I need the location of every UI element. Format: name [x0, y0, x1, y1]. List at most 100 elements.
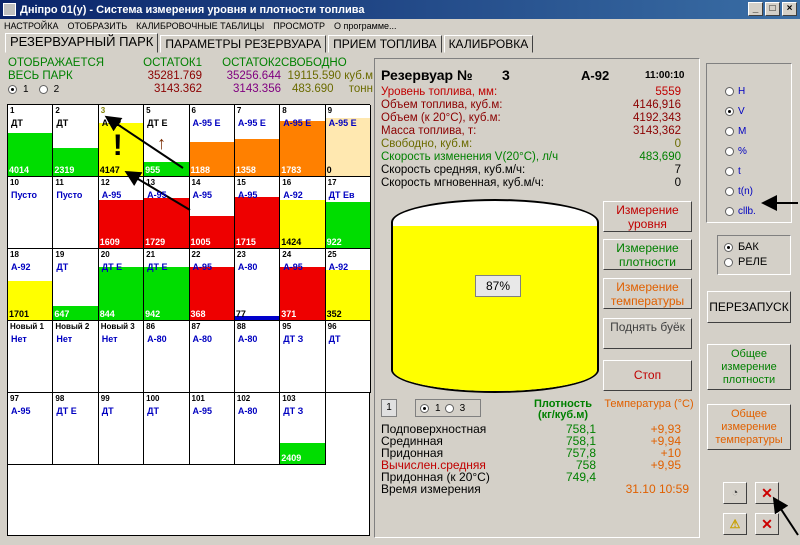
density-radio-3-label: 3: [459, 402, 466, 414]
tank-fuel: ДТ: [328, 334, 341, 344]
tank-cell[interactable]: 95 ДТ З: [280, 321, 326, 393]
tank-cell[interactable]: 17 ДТ Ев 922: [325, 177, 371, 249]
close-warning-icon[interactable]: ✕: [755, 513, 779, 535]
tank-cell[interactable]: 102 А-80: [234, 393, 281, 465]
tank-cell[interactable]: 10 Пусто: [8, 177, 54, 249]
tank-cell[interactable]: 7 А-95 Е 1358: [234, 105, 281, 177]
tank-cell[interactable]: 2 ДТ 2319: [53, 105, 99, 177]
menu-bar: НАСТРОЙКА ОТОБРАЗИТЬ КАЛИБРОВОЧНЫЕ ТАБЛИ…: [0, 19, 800, 33]
tank-cell[interactable]: 24 А-95 371: [280, 249, 326, 321]
density-index-box[interactable]: 1: [381, 399, 397, 417]
warning-icon[interactable]: ⚠: [723, 513, 747, 535]
unit-radio[interactable]: [725, 187, 734, 196]
tank-cell[interactable]: 21 ДТ Е 942: [144, 249, 190, 321]
unit-label: %: [738, 146, 747, 157]
unit-option[interactable]: cllb.: [725, 206, 756, 217]
tank-cell[interactable]: 98 ДТ Е: [53, 393, 99, 465]
tank-cell[interactable]: 99 ДТ: [98, 393, 145, 465]
tank-cell[interactable]: 22 А-95 368: [189, 249, 235, 321]
tank-cell[interactable]: Новый 1 Нет: [8, 321, 54, 393]
radio-bak[interactable]: [724, 242, 733, 252]
unit-option[interactable]: V: [725, 106, 745, 117]
label-all-park: ВЕСЬ ПАРК: [8, 70, 73, 82]
close-alarm-icon[interactable]: ✕: [755, 482, 779, 504]
tank-cell[interactable]: 11 Пусто: [53, 177, 99, 249]
tank-cell[interactable]: 14 А-95 1005: [189, 177, 235, 249]
density-value: 749,4: [565, 470, 596, 484]
tab-calibration[interactable]: КАЛИБРОВКА: [443, 35, 534, 53]
tank-cell[interactable]: 86 А-80: [144, 321, 190, 393]
tank-cell[interactable]: 87 А-80: [189, 321, 235, 393]
tank-cell[interactable]: 1 ДТ 4014: [8, 105, 54, 177]
param-label: Объем (к 20°С), куб.м:: [381, 112, 501, 124]
unit-radio[interactable]: [725, 167, 734, 176]
tank-cell[interactable]: 19 ДТ 647: [53, 249, 99, 321]
unit-option[interactable]: t: [725, 166, 741, 177]
tank-cell[interactable]: 12 А-95 1609: [98, 177, 145, 249]
sound-icon[interactable]: ◔: [723, 482, 747, 504]
tank-cell[interactable]: 88 А-80: [234, 321, 281, 393]
param-row: Скорость изменения V(20°С), л/ч 483,690: [381, 151, 681, 164]
unit-radio[interactable]: [725, 87, 734, 96]
tank-cell[interactable]: Новый 2 Нет: [53, 321, 99, 393]
unit-label: M: [738, 126, 747, 137]
tank-cell[interactable]: 5 ДТ Е ↑ 955: [144, 105, 190, 177]
tank-number: 88: [236, 322, 246, 331]
close-button[interactable]: ×: [782, 2, 797, 16]
radio-rest2[interactable]: [38, 85, 48, 94]
tank-cell[interactable]: 101 А-95: [189, 393, 235, 465]
unit-radio[interactable]: [725, 127, 734, 136]
tank-cell[interactable]: Новый 3 Нет: [98, 321, 145, 393]
common-temperature-button[interactable]: Общее измерение температуры: [707, 404, 791, 450]
tank-fuel: А-80: [147, 334, 167, 344]
tab-tank-farm[interactable]: РЕЗЕРВУАРНЫЙ ПАРК: [5, 33, 159, 53]
unit-radio[interactable]: [725, 107, 734, 116]
density-radio-1[interactable]: [420, 403, 429, 413]
minimize-button[interactable]: _: [748, 2, 763, 16]
stop-button[interactable]: Стоп: [603, 360, 692, 391]
tank-cell[interactable]: 18 А-92 1701: [8, 249, 54, 321]
maximize-button[interactable]: □: [765, 2, 780, 16]
menu-view[interactable]: ПРОСМОТР: [273, 21, 325, 31]
unit-option[interactable]: M: [725, 126, 746, 137]
menu-display[interactable]: ОТОБРАЗИТЬ: [68, 21, 128, 31]
window-title: Дніпро 01(у) - Система измерения уровня …: [20, 3, 365, 16]
unit-option[interactable]: H: [725, 86, 745, 97]
tank-cell[interactable]: 20 ДТ Е 844: [98, 249, 145, 321]
tank-cell[interactable]: 23 А-80 77: [234, 249, 281, 321]
measure-density-button[interactable]: Измерение плотности: [603, 239, 692, 270]
common-density-button[interactable]: Общее измерение плотности: [707, 344, 791, 390]
tab-tank-params[interactable]: ПАРАМЕТРЫ РЕЗЕРВУАРА: [160, 35, 327, 53]
tank-cell[interactable]: 103 ДТ З 2409: [280, 393, 326, 465]
tank-cell[interactable]: 6 А-95 Е 1188: [189, 105, 235, 177]
menu-settings[interactable]: НАСТРОЙКА: [4, 21, 59, 31]
tank-cell[interactable]: 100 ДТ: [144, 393, 190, 465]
tank-fuel: ДТ: [56, 118, 69, 128]
reservoir-number: 3: [502, 67, 510, 83]
tank-cell[interactable]: 8 А-95 Е 1783: [280, 105, 326, 177]
raise-float-button[interactable]: Поднять буёк: [603, 318, 692, 349]
radio-rest1[interactable]: [8, 85, 17, 94]
param-label: Свободно, куб.м:: [381, 138, 473, 150]
measure-temperature-button[interactable]: Измерение температуры: [603, 278, 692, 309]
measure-level-button[interactable]: Измерение уровня: [603, 201, 692, 232]
tank-cell[interactable]: 25 А-92 352: [325, 249, 371, 321]
unit-radio[interactable]: [725, 147, 734, 156]
tank-cell[interactable]: 13 А-95 1729: [144, 177, 190, 249]
tank-cell[interactable]: 16 А-92 1424: [280, 177, 326, 249]
tank-cell[interactable]: 15 А-95 1715: [234, 177, 281, 249]
unit-radio[interactable]: [725, 207, 734, 216]
tab-fuel-receipt[interactable]: ПРИЕМ ТОПЛИВА: [328, 35, 442, 53]
density-radio-3[interactable]: [444, 403, 454, 413]
tank-cell[interactable]: 9 А-95 Е 0: [325, 105, 371, 177]
tank-cell[interactable]: 97 А-95: [8, 393, 54, 465]
tank-cell[interactable]: 3 А-92! 4147: [98, 105, 145, 177]
menu-about[interactable]: О программе...: [334, 21, 397, 31]
radio-rele[interactable]: [724, 257, 733, 267]
unit-option[interactable]: %: [725, 146, 747, 157]
tank-cell[interactable]: 96 ДТ: [325, 321, 371, 393]
unit-option[interactable]: t(n): [725, 186, 753, 197]
menu-calibration-tables[interactable]: КАЛИБРОВОЧНЫЕ ТАБЛИЦЫ: [136, 21, 264, 31]
fill-percent: 87%: [475, 275, 521, 297]
restart-button[interactable]: ПЕРЕЗАПУСК: [707, 291, 791, 323]
